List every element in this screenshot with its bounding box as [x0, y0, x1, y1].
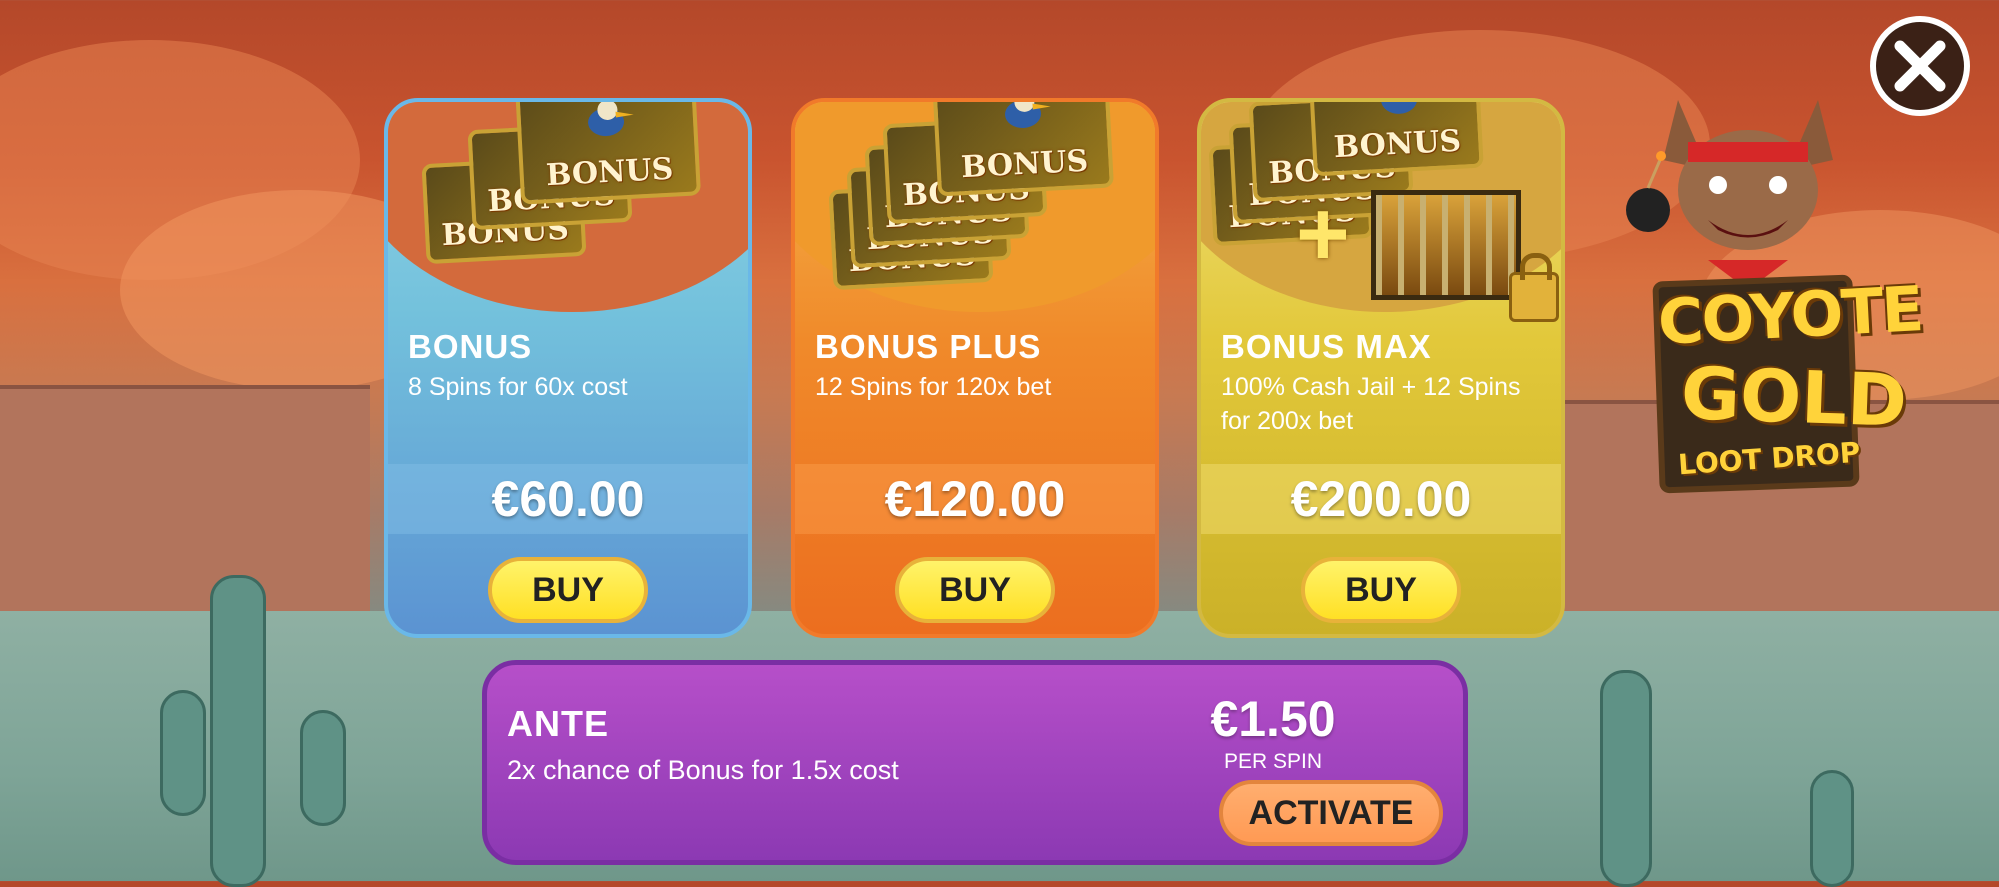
card-title: BONUS MAX: [1221, 328, 1432, 366]
ante-title: ANTE: [507, 703, 609, 745]
game-logo: COYOTE GOLD LOOT DROP: [1608, 60, 1888, 480]
tile-label: BONUS: [940, 143, 1110, 187]
ante-price: €1.50: [1163, 690, 1383, 748]
bonus-tile: BONUS: [932, 98, 1114, 197]
buy-bonus-max-button[interactable]: BUY: [1301, 557, 1461, 623]
bonus-tile: BONUS: [1308, 98, 1484, 176]
roadrunner-icon: [575, 98, 638, 146]
activate-ante-button[interactable]: ACTIVATE: [1219, 780, 1443, 846]
bonus-plus-card: BONUS BONUS BONUS BONUS BONUS BONUS PLUS…: [791, 98, 1159, 638]
ante-description: 2x chance of Bonus for 1.5x cost: [507, 755, 899, 786]
card-title: BONUS: [408, 328, 532, 366]
mesa-left: [0, 385, 370, 649]
coyote-mascot-icon: [1608, 60, 1888, 290]
cactus: [300, 710, 346, 826]
card-price: €120.00: [795, 470, 1155, 528]
bonus-tile: BONUS: [515, 98, 701, 205]
card-price: €200.00: [1201, 470, 1561, 528]
plus-icon: +: [1296, 182, 1350, 287]
cactus: [1600, 670, 1652, 887]
card-description: 100% Cash Jail + 12 Spins for 200x bet: [1221, 370, 1541, 438]
roadrunner-icon: [1368, 98, 1431, 123]
tile-label: BONUS: [523, 150, 697, 194]
bonus-card: BONUS BONUS BONUS BONUS 8 Spins for 60x …: [384, 98, 752, 638]
logo-line-2: GOLD: [1680, 351, 1909, 443]
close-icon: [1890, 36, 1950, 96]
cactus: [210, 575, 266, 887]
roadrunner-icon: [991, 98, 1054, 138]
card-price: €60.00: [388, 470, 748, 528]
card-title: BONUS PLUS: [815, 328, 1041, 366]
cactus: [1810, 770, 1854, 887]
card-description: 8 Spins for 60x cost: [408, 370, 728, 404]
buy-bonus-button[interactable]: BUY: [488, 557, 648, 623]
cash-jail-icon: [1371, 190, 1521, 300]
tile-label: BONUS: [1316, 123, 1480, 166]
buy-bonus-plus-button[interactable]: BUY: [895, 557, 1055, 623]
ante-panel: ANTE 2x chance of Bonus for 1.5x cost €1…: [482, 660, 1468, 865]
padlock-icon: [1509, 272, 1559, 322]
cactus: [160, 690, 206, 816]
bonus-max-card: BONUS BONUS BONUS BONUS + BONUS MAX 100%…: [1197, 98, 1565, 638]
card-description: 12 Spins for 120x bet: [815, 370, 1135, 404]
logo-line-1: COYOTE: [1657, 278, 1924, 354]
ante-per-spin-label: PER SPIN: [1163, 750, 1383, 774]
